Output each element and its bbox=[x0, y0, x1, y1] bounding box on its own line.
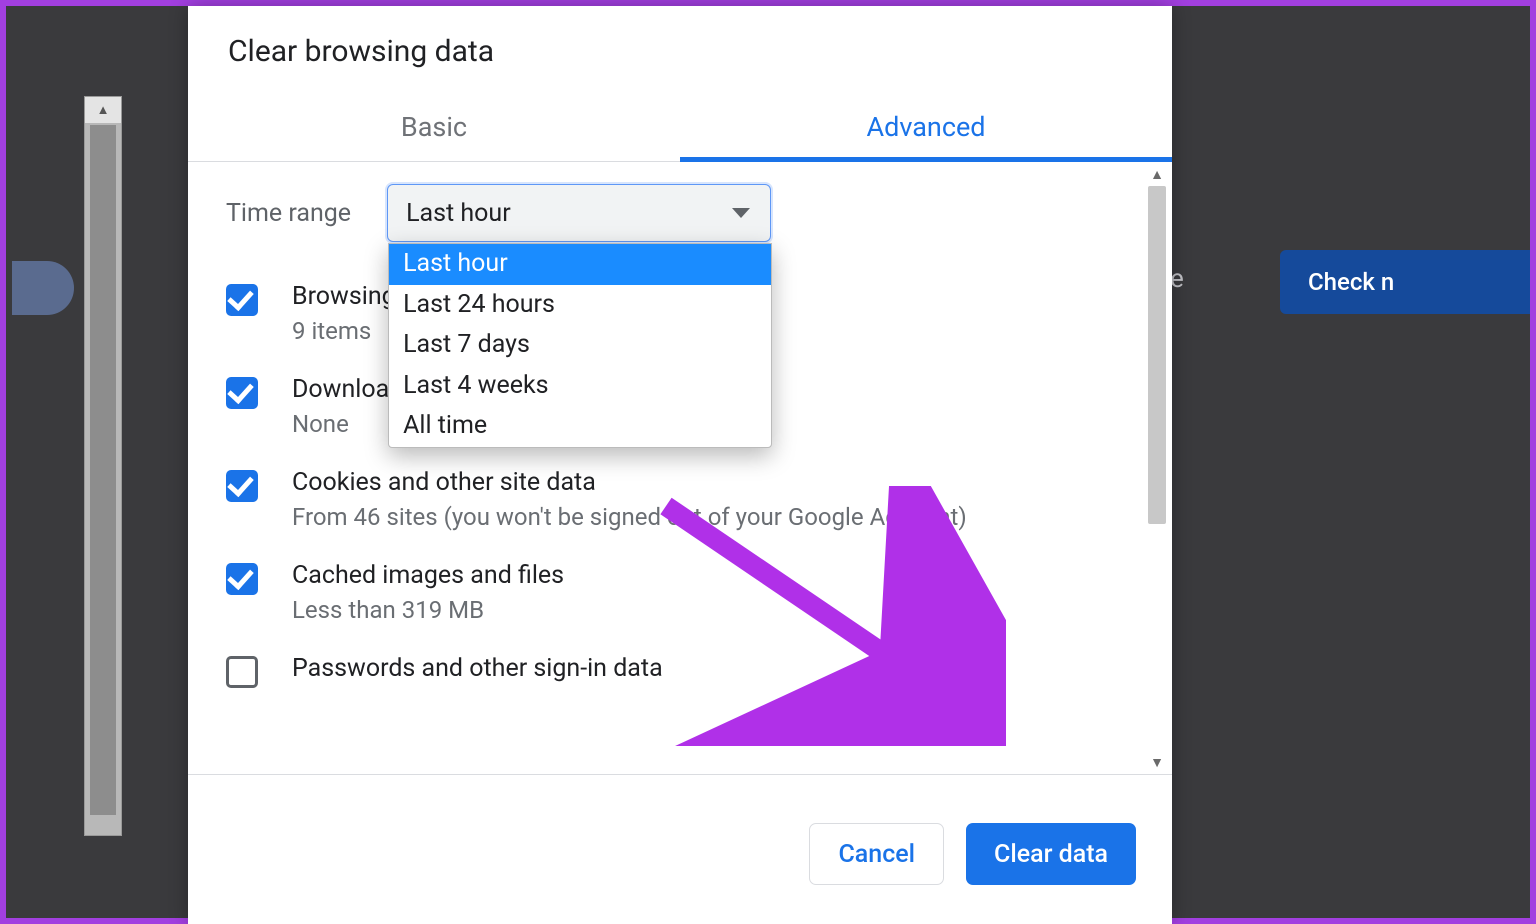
time-range-option[interactable]: Last hour bbox=[389, 244, 771, 285]
tab-basic[interactable]: Basic bbox=[188, 95, 680, 161]
cancel-button[interactable]: Cancel bbox=[809, 823, 944, 885]
item-title: Passwords and other sign-in data bbox=[292, 654, 1124, 683]
dialog-tabs: Basic Advanced bbox=[188, 95, 1172, 162]
background-pill bbox=[12, 261, 74, 315]
tab-advanced[interactable]: Advanced bbox=[680, 95, 1172, 161]
dialog-title: Clear browsing data bbox=[188, 6, 1172, 95]
dialog-body: Time range Last hour Last hour Last 24 h… bbox=[188, 162, 1172, 774]
time-range-option[interactable]: All time bbox=[389, 406, 771, 447]
time-range-select[interactable]: Last hour Last hour Last 24 hours Last 7… bbox=[387, 184, 771, 242]
scroll-down-icon[interactable]: ▼ bbox=[1142, 750, 1172, 774]
checkbox-cached[interactable] bbox=[226, 563, 258, 595]
item-title: Cached images and files bbox=[292, 561, 1124, 590]
item-title: Cookies and other site data bbox=[292, 468, 1124, 497]
list-item: Passwords and other sign-in data bbox=[226, 654, 1124, 689]
time-range-option[interactable]: Last 4 weeks bbox=[389, 366, 771, 407]
scrollbar-thumb[interactable] bbox=[1148, 186, 1166, 524]
clear-data-button[interactable]: Clear data bbox=[966, 823, 1136, 885]
item-subtitle: Less than 319 MB bbox=[292, 596, 1124, 624]
checkbox-download-history[interactable] bbox=[226, 377, 258, 409]
checkbox-browsing-history[interactable] bbox=[226, 284, 258, 316]
clear-browsing-data-dialog: Clear browsing data Basic Advanced Time … bbox=[188, 6, 1172, 924]
time-range-label: Time range bbox=[226, 199, 351, 228]
background-scrollbar: ▲ bbox=[84, 96, 122, 836]
time-range-dropdown: Last hour Last 24 hours Last 7 days Last… bbox=[388, 243, 772, 448]
background-text: e bbox=[1170, 264, 1184, 294]
checkbox-cookies[interactable] bbox=[226, 470, 258, 502]
time-range-option[interactable]: Last 7 days bbox=[389, 325, 771, 366]
list-item: Cached images and files Less than 319 MB bbox=[226, 561, 1124, 624]
checkbox-passwords[interactable] bbox=[226, 656, 258, 688]
time-range-selected-value: Last hour bbox=[406, 199, 511, 228]
list-item: Cookies and other site data From 46 site… bbox=[226, 468, 1124, 531]
background-check-button: Check n bbox=[1280, 250, 1530, 314]
time-range-option[interactable]: Last 24 hours bbox=[389, 285, 771, 326]
dialog-scrollbar[interactable]: ▲ ▼ bbox=[1142, 162, 1172, 774]
item-subtitle: From 46 sites (you won't be signed out o… bbox=[292, 503, 1124, 531]
dialog-footer: Cancel Clear data bbox=[188, 774, 1172, 924]
scroll-up-icon[interactable]: ▲ bbox=[1142, 162, 1172, 186]
chevron-down-icon bbox=[732, 208, 750, 218]
